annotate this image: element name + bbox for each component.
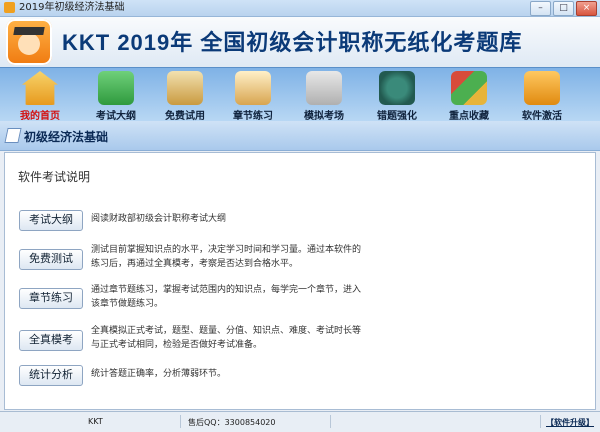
software-upgrade-link[interactable]: 【软件升级】 xyxy=(546,417,594,428)
toolbar-label: 软件激活 xyxy=(522,111,562,122)
section-title: 初级经济法基础 xyxy=(24,130,109,144)
app-title: KKT 2019年 全国初级会计职称无纸化考题库 xyxy=(62,30,523,55)
toolbar-item-home[interactable]: 我的首页 xyxy=(7,70,73,122)
toolbar-label: 免费试用 xyxy=(165,111,205,122)
free-trial-icon xyxy=(167,71,203,105)
toolbar-label: 错题强化 xyxy=(377,111,417,122)
mascot-face-icon xyxy=(18,33,40,55)
status-divider xyxy=(180,415,181,428)
app-icon xyxy=(4,2,15,13)
logo xyxy=(6,19,52,65)
collection-icon xyxy=(451,71,487,105)
main-toolbar: 我的首页 考试大纲 免费试用 章节练习 模拟考场 错题强化 重点收藏 软件激活 xyxy=(0,67,600,122)
exam-room-icon xyxy=(306,71,342,105)
statistics-description: 统计答题正确率，分析薄弱环节。 xyxy=(91,369,227,379)
toolbar-label: 重点收藏 xyxy=(449,111,489,122)
free-test-button[interactable]: 免费测试 xyxy=(19,249,83,270)
status-divider xyxy=(540,415,541,428)
syllabus-button[interactable]: 考试大纲 xyxy=(19,210,83,231)
clock-icon xyxy=(379,71,415,105)
toolbar-label: 考试大纲 xyxy=(96,111,136,122)
toolbar-item-syllabus[interactable]: 考试大纲 xyxy=(83,70,149,122)
home-icon xyxy=(22,71,58,105)
toolbar-item-chapter-practice[interactable]: 章节练习 xyxy=(220,70,286,122)
mock-exam-button[interactable]: 全真模考 xyxy=(19,330,83,351)
syllabus-icon xyxy=(98,71,134,105)
status-bar: KKT 售后QQ：3300854020 【软件升级】 xyxy=(0,411,600,432)
toolbar-item-activate[interactable]: 软件激活 xyxy=(509,70,575,122)
pen-icon xyxy=(4,128,22,143)
window-title: 2019年初级经济法基础 xyxy=(19,2,125,13)
toolbar-label: 模拟考场 xyxy=(304,111,344,122)
window-controls: – □ × xyxy=(530,1,597,16)
free-test-description: 测试目前掌握知识点的水平，决定学习时间和学习量。通过本软件的练习后，再通过全真模… xyxy=(91,245,362,269)
toolbar-item-wrong-questions[interactable]: 错题强化 xyxy=(364,70,430,122)
minimize-button[interactable]: – xyxy=(530,1,551,16)
status-brand: KKT xyxy=(88,417,103,426)
section-header: 初级经济法基础 xyxy=(0,121,600,151)
toolbar-label: 章节练习 xyxy=(233,111,273,122)
title-bar: 2019年初级经济法基础 – □ × xyxy=(0,0,600,17)
book-icon xyxy=(235,71,271,105)
syllabus-description: 阅读财政部初级会计职称考试大纲 xyxy=(91,214,227,224)
chapter-practice-button[interactable]: 章节练习 xyxy=(19,288,83,309)
toolbar-item-free-trial[interactable]: 免费试用 xyxy=(152,70,218,122)
toolbar-item-favorites[interactable]: 重点收藏 xyxy=(436,70,502,122)
support-qq: 售后QQ：3300854020 xyxy=(188,418,276,427)
panel-heading: 软件考试说明 xyxy=(18,170,91,184)
lock-icon xyxy=(524,71,560,105)
maximize-button[interactable]: □ xyxy=(553,1,574,16)
header-banner: KKT 2019年 全国初级会计职称无纸化考题库 xyxy=(0,17,600,67)
chapter-practice-description: 通过章节题练习，掌握考试范围内的知识点，每学完一个章节，进入该章节做题练习。 xyxy=(91,285,362,309)
close-button[interactable]: × xyxy=(576,1,597,16)
mock-exam-description: 全真模拟正式考试，题型、题量、分值、知识点、难度、考试时长等与正式考试相同，检验… xyxy=(91,326,362,350)
status-divider xyxy=(330,415,331,428)
toolbar-item-mock-exam[interactable]: 模拟考场 xyxy=(291,70,357,122)
graduation-cap-icon xyxy=(13,27,45,35)
content-panel: 软件考试说明 考试大纲 阅读财政部初级会计职称考试大纲 免费测试 测试目前掌握知… xyxy=(4,152,596,410)
toolbar-label: 我的首页 xyxy=(20,111,60,122)
statistics-button[interactable]: 统计分析 xyxy=(19,365,83,386)
